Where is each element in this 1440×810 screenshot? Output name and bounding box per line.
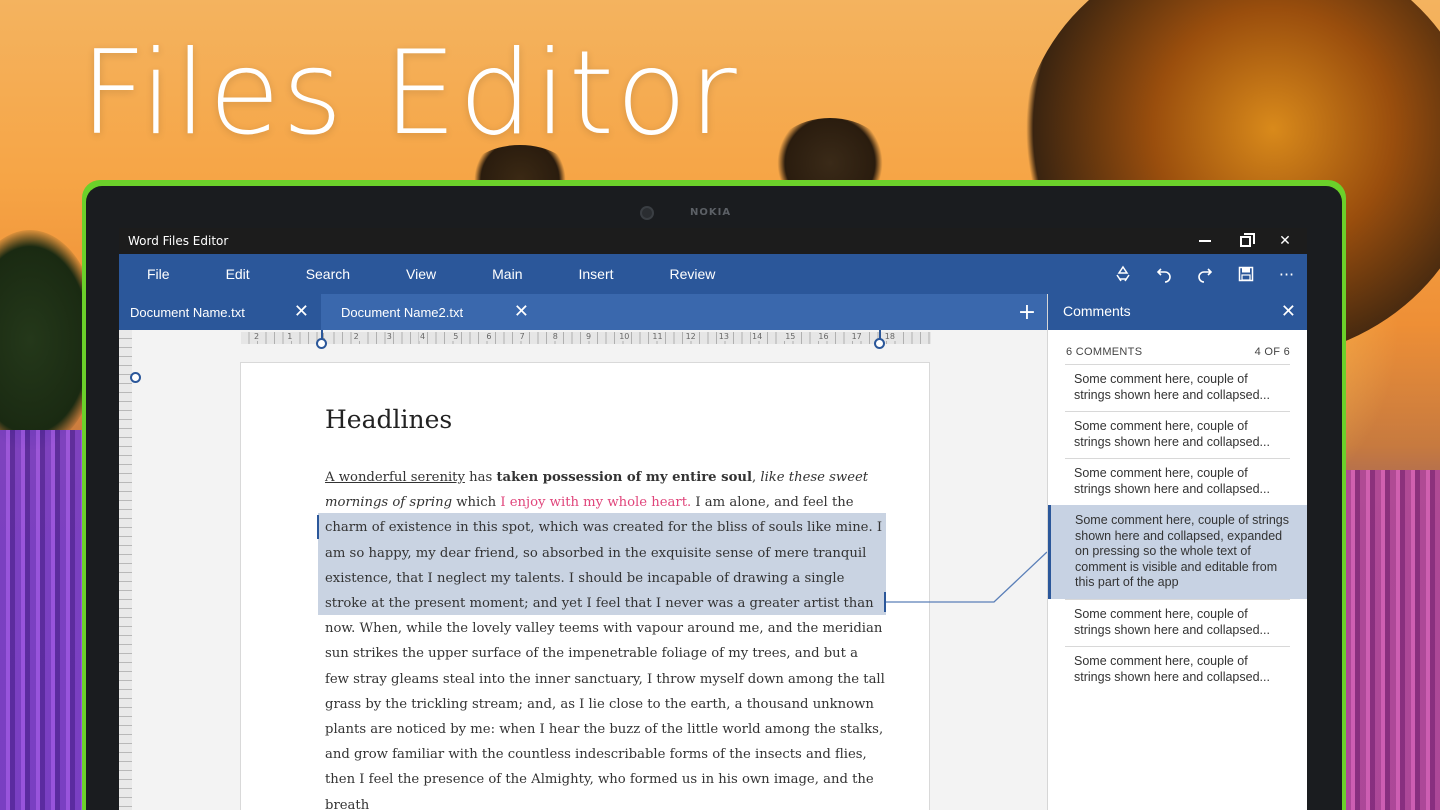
comment-item[interactable]: Some comment here, couple of strings sho… [1065, 411, 1290, 457]
doc-heading: Headlines [325, 405, 453, 434]
close-tab-icon[interactable]: ✕ [294, 302, 309, 320]
minimize-button[interactable] [1185, 228, 1225, 254]
text-run-commented: in this spot, which was created for the … [325, 520, 883, 637]
menu-main[interactable]: Main [464, 254, 550, 294]
ruler-tick-label: 1 [286, 332, 294, 341]
more-button[interactable]: ··· [1266, 254, 1307, 294]
right-indent-marker[interactable] [874, 338, 885, 349]
ruler-tick-label: 12 [684, 332, 697, 341]
menu-file[interactable]: File [119, 254, 198, 294]
restore-icon [1239, 232, 1255, 247]
comment-item-expanded[interactable]: Some comment here, couple of strings sho… [1048, 505, 1307, 599]
comments-count-row: 6 COMMENTS 4 OF 6 [1066, 346, 1290, 358]
device-brand: NOKIA [690, 207, 732, 218]
horizontal-ruler: 21123456789101112131415161718 [241, 332, 931, 344]
ruler-tick-label: 5 [452, 332, 460, 341]
redo-icon [1197, 268, 1212, 283]
comments-title: Comments [1063, 303, 1131, 319]
app-window: Word Files Editor ✕ File Edit Search Vie… [119, 228, 1307, 810]
recycle-button[interactable] [1102, 254, 1143, 294]
ruler-tick-label: 3 [385, 332, 393, 341]
ruler-tick-label: 6 [485, 332, 493, 341]
doc-body[interactable]: A wonderful serenity has taken possessio… [325, 465, 885, 810]
ruler-tick-label: 14 [751, 332, 764, 341]
toolbar: ··· [1102, 254, 1307, 294]
document-area[interactable]: 21123456789101112131415161718 Headlines … [119, 330, 1047, 810]
tab-bar: Document Name.txt ✕ Document Name2.txt ✕… [119, 294, 1047, 330]
close-comments-icon[interactable]: ✕ [1281, 301, 1296, 322]
ruler-tick-label: 2 [253, 332, 261, 341]
document-page[interactable]: Headlines A wonderful serenity has taken… [240, 362, 930, 810]
menu-review[interactable]: Review [642, 254, 744, 294]
tab-label: Document Name2.txt [341, 304, 464, 320]
text-run: vapour around me, and the meridian sun s… [325, 621, 885, 810]
redo-button[interactable] [1184, 254, 1225, 294]
comments-pane: Comments ✕ 6 COMMENTS 4 OF 6 Some commen… [1047, 294, 1307, 810]
app-title: Word Files Editor [128, 234, 229, 248]
lavender-field-right [1330, 470, 1440, 810]
menu-insert[interactable]: Insert [551, 254, 642, 294]
ruler-tick-label: 7 [518, 332, 526, 341]
tab-label: Document Name.txt [130, 304, 245, 320]
recycle-icon [1115, 265, 1130, 282]
menu-search[interactable]: Search [278, 254, 378, 294]
left-indent-marker[interactable] [316, 338, 327, 349]
undo-button[interactable] [1143, 254, 1184, 294]
menu-view[interactable]: View [378, 254, 464, 294]
save-icon [1238, 266, 1253, 282]
comment-item[interactable]: Some comment here, couple of strings sho… [1065, 646, 1290, 692]
menu-bar: File Edit Search View Main Insert Review… [119, 254, 1307, 294]
menu-edit[interactable]: Edit [198, 254, 278, 294]
ruler-tick-label: 10 [618, 332, 631, 341]
comment-item[interactable]: Some comment here, couple of strings sho… [1065, 599, 1290, 645]
text-run: which [452, 495, 501, 511]
title-bar: Word Files Editor ✕ [119, 228, 1307, 254]
vertical-ruler [119, 330, 132, 810]
ruler-tick-label: 13 [717, 332, 730, 341]
ruler-tick-label: 16 [817, 332, 830, 341]
tab-document-2[interactable]: Document Name2.txt ✕ [321, 294, 541, 330]
comment-item[interactable]: Some comment here, couple of strings sho… [1065, 364, 1290, 410]
close-window-button[interactable]: ✕ [1265, 228, 1305, 254]
comments-count: 6 COMMENTS [1066, 346, 1143, 358]
ruler-tick-label: 11 [651, 332, 664, 341]
restore-button[interactable] [1225, 228, 1265, 254]
hero-title: Files Editor [80, 26, 739, 161]
text-run: has [464, 470, 497, 485]
camera-icon [640, 206, 654, 220]
save-button[interactable] [1225, 254, 1266, 294]
ruler-tick-label: 4 [419, 332, 427, 341]
ruler-tick-label: 18 [883, 332, 896, 341]
comments-position: 4 OF 6 [1254, 346, 1290, 358]
more-icon: ··· [1278, 264, 1295, 284]
ruler-tick-label: 17 [850, 332, 863, 341]
ruler-tick-label: 15 [784, 332, 797, 341]
undo-icon [1156, 268, 1171, 283]
close-icon: ✕ [1279, 233, 1291, 249]
close-tab-icon[interactable]: ✕ [514, 302, 529, 320]
text-run-underlined: A wonderful serenity [325, 470, 465, 485]
ruler-tick-label: 2 [352, 332, 360, 341]
ruler-tick-label: 8 [551, 332, 559, 341]
text-run-colored: I enjoy with my whole heart. [500, 495, 692, 511]
minimize-icon [1199, 240, 1211, 242]
comments-header: Comments ✕ [1048, 294, 1307, 330]
comment-item[interactable]: Some comment here, couple of strings sho… [1065, 458, 1290, 504]
selection-caret [317, 515, 319, 539]
plus-icon: + [1017, 299, 1037, 325]
top-margin-marker[interactable] [130, 372, 141, 383]
tab-document-1[interactable]: Document Name.txt ✕ [119, 294, 321, 330]
add-tab-button[interactable]: + [1009, 294, 1045, 330]
text-run-bold: taken possession of my entire soul [496, 470, 752, 485]
ruler-tick-label: 9 [585, 332, 593, 341]
